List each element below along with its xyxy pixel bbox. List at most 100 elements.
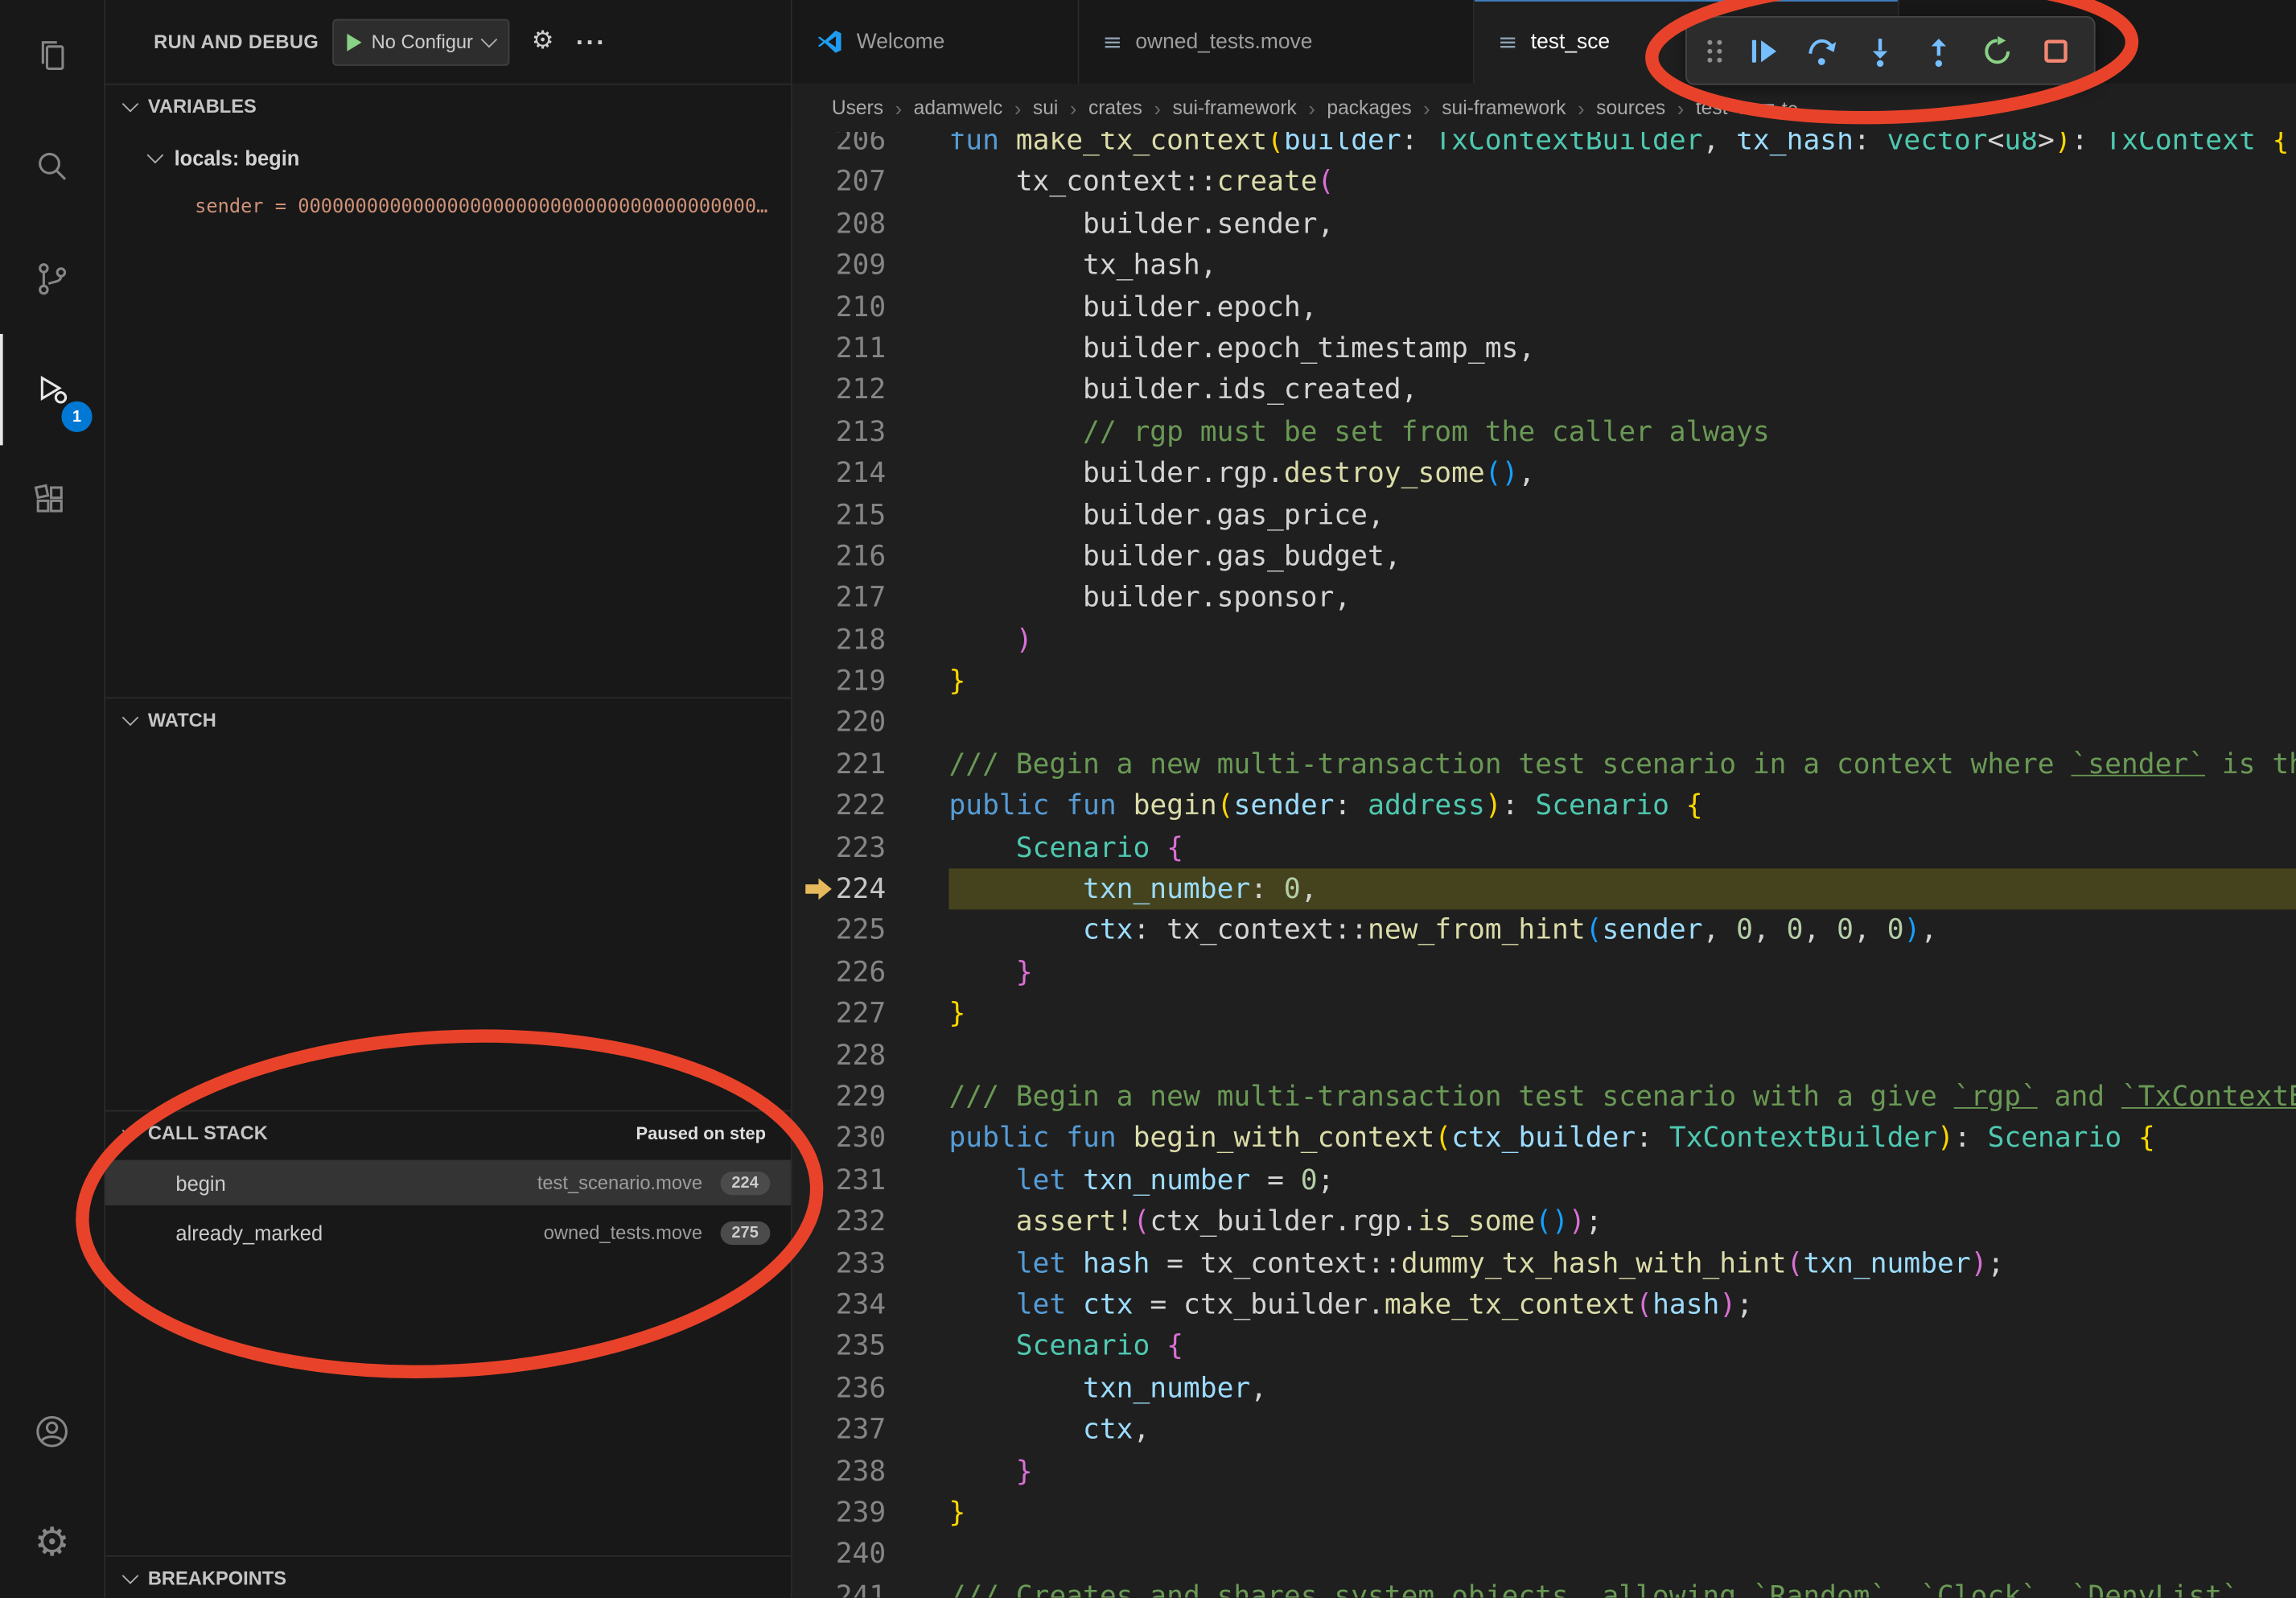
continue-button[interactable] [1735, 23, 1789, 77]
gutter-line-number[interactable]: 229 [792, 1077, 949, 1118]
code-line: 223Scenario { [792, 827, 2296, 869]
code-line: 230public fun begin_with_context(ctx_bui… [792, 1118, 2296, 1159]
start-debug-icon[interactable] [347, 33, 361, 51]
activity-item-explorer[interactable] [0, 0, 104, 111]
code-line: 235Scenario { [792, 1326, 2296, 1368]
gutter-line-number[interactable]: 241 [792, 1575, 949, 1598]
step-over-button[interactable] [1794, 23, 1848, 77]
activity-item-account[interactable] [0, 1375, 104, 1486]
breadcrumb-item[interactable]: Users [832, 97, 883, 118]
activity-item-settings[interactable]: ⚙ [0, 1486, 104, 1597]
breadcrumb-item[interactable]: crates [1088, 97, 1142, 118]
breakpoints-section-header[interactable]: BREAKPOINTS [105, 1555, 791, 1598]
more-actions-icon[interactable]: ··· [576, 28, 607, 55]
call-stack-frame[interactable]: already_markedowned_tests.move275 [105, 1209, 791, 1254]
code-line: 210builder.epoch, [792, 286, 2296, 328]
gutter-line-number[interactable]: 236 [792, 1368, 949, 1410]
gutter-line-number[interactable]: 222 [792, 785, 949, 827]
frame-function-name: already_marked [175, 1221, 323, 1244]
restart-button[interactable] [1969, 23, 2023, 77]
code-editor[interactable]: 206fun make_tx_context(builder: TxContex… [792, 132, 2296, 1598]
breadcrumb-item[interactable]: ≡ te [1758, 94, 1798, 121]
step-into-button[interactable] [1852, 23, 1906, 77]
gutter-line-number[interactable]: 238 [792, 1451, 949, 1493]
gutter-line-number[interactable]: 240 [792, 1534, 949, 1575]
gutter-line-number[interactable]: 237 [792, 1409, 949, 1451]
frame-file-name: test_scenario.move [537, 1172, 702, 1193]
gutter-line-number[interactable]: 221 [792, 743, 949, 785]
code-line: 207tx_context::create( [792, 162, 2296, 204]
stop-icon [2039, 35, 2072, 67]
code-line-text: builder.gas_price, [948, 494, 2296, 536]
breadcrumb-item[interactable]: sui [1033, 97, 1058, 118]
gutter-line-number[interactable]: 214 [792, 453, 949, 495]
gutter-line-number[interactable]: 231 [792, 1159, 949, 1201]
variables-scope-row[interactable]: locals: begin [105, 136, 791, 180]
toolbar-drag-handle[interactable] [1698, 23, 1730, 77]
breadcrumb-item[interactable]: test [1696, 97, 1728, 118]
gutter-line-number[interactable]: 227 [792, 993, 949, 1035]
activity-bar-bottom: ⚙ [0, 1375, 104, 1598]
breadcrumb-separator-icon: › [1739, 96, 1747, 119]
gutter-line-number[interactable]: 220 [792, 702, 949, 744]
tab-owned-tests-move[interactable]: ≡owned_tests.move [1079, 0, 1474, 84]
gutter-line-number[interactable]: 233 [792, 1242, 949, 1284]
activity-item-search[interactable] [0, 111, 104, 222]
breadcrumb-item[interactable]: sui-framework [1173, 97, 1297, 118]
gutter-line-number[interactable]: 211 [792, 328, 949, 370]
gutter-line-number[interactable]: 213 [792, 411, 949, 453]
gutter-line-number[interactable]: 234 [792, 1284, 949, 1326]
breadcrumb-item[interactable]: packages [1327, 97, 1411, 118]
code-line-text: public fun begin(sender: address): Scena… [948, 785, 2296, 827]
activity-item-run-debug[interactable]: 1 [0, 334, 104, 445]
gutter-line-number[interactable]: 210 [792, 286, 949, 328]
gutter-line-number[interactable]: 216 [792, 536, 949, 578]
gutter-line-number[interactable]: 217 [792, 578, 949, 620]
code-line: 228 [792, 1035, 2296, 1077]
activity-item-extensions[interactable] [0, 445, 104, 556]
gutter-line-number[interactable]: 212 [792, 369, 949, 411]
gutter-line-number[interactable]: 219 [792, 661, 949, 702]
code-line: 237ctx, [792, 1409, 2296, 1451]
code-line: 212builder.ids_created, [792, 369, 2296, 411]
code-line: 220 [792, 702, 2296, 744]
code-line: 226} [792, 952, 2296, 994]
code-line: 211builder.epoch_timestamp_ms, [792, 328, 2296, 370]
breadcrumb-separator-icon: › [1014, 96, 1022, 119]
gutter-line-number[interactable]: 239 [792, 1493, 949, 1534]
tab-welcome[interactable]: Welcome [792, 0, 1080, 84]
activity-item-source-control[interactable] [0, 223, 104, 334]
gutter-line-number[interactable]: 228 [792, 1035, 949, 1077]
code-line: 224txn_number: 0, [792, 868, 2296, 910]
code-line: 214builder.rgp.destroy_some(), [792, 453, 2296, 495]
debug-config-dropdown[interactable]: No Configur [331, 19, 509, 65]
gutter-line-number[interactable]: 225 [792, 910, 949, 952]
gutter-line-number[interactable]: 207 [792, 162, 949, 204]
variables-section-header[interactable]: VARIABLES [105, 84, 791, 128]
gutter-line-number[interactable]: 209 [792, 245, 949, 286]
gutter-line-number[interactable]: 226 [792, 952, 949, 994]
code-line: 222public fun begin(sender: address): Sc… [792, 785, 2296, 827]
breadcrumb-item[interactable]: sui-framework [1442, 97, 1566, 118]
watch-section-header[interactable]: WATCH [105, 697, 791, 741]
gutter-line-number[interactable]: 235 [792, 1326, 949, 1368]
code-line: 219} [792, 661, 2296, 702]
gutter-line-number[interactable]: 215 [792, 494, 949, 536]
debug-settings-gear-icon[interactable]: ⚙ [532, 29, 554, 54]
step-out-button[interactable] [1911, 23, 1965, 77]
frame-line-badge: 275 [720, 1221, 771, 1244]
breadcrumb-item[interactable]: adamwelc [914, 97, 1003, 118]
code-line-text: Scenario { [948, 827, 2296, 869]
call-stack-section-header[interactable]: CALL STACK Paused on step [105, 1110, 791, 1155]
code-line: 215builder.gas_price, [792, 494, 2296, 536]
gutter-line-number[interactable]: 206 [792, 132, 949, 162]
gutter-line-number[interactable]: 230 [792, 1118, 949, 1159]
gutter-line-number[interactable]: 223 [792, 827, 949, 869]
gutter-line-number[interactable]: 232 [792, 1201, 949, 1243]
breadcrumb-item[interactable]: sources [1596, 97, 1665, 118]
variable-entry[interactable]: sender = 0000000000000000000000000000000… [195, 187, 782, 225]
gutter-line-number[interactable]: 218 [792, 619, 949, 661]
call-stack-frame[interactable]: begintest_scenario.move224 [105, 1160, 791, 1205]
stop-button[interactable] [2028, 23, 2082, 77]
gutter-line-number[interactable]: 208 [792, 204, 949, 245]
